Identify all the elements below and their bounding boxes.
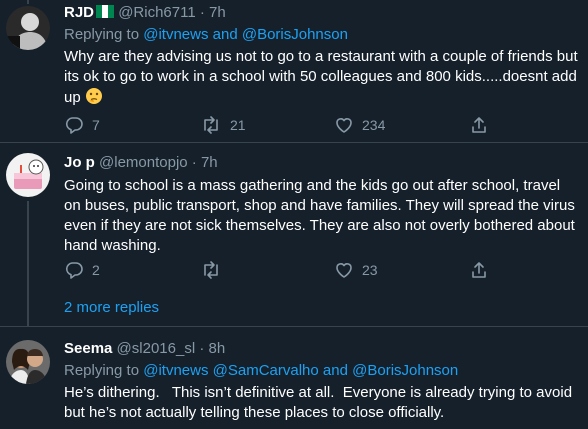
timestamp[interactable]: 8h — [209, 340, 226, 357]
tweet-seema[interactable]: Seema @sl2016_sl · 8h Replying to @itvne… — [0, 327, 588, 429]
mention-link[interactable]: @BorisJohnson — [242, 26, 348, 43]
separator-dot: · — [199, 340, 205, 357]
handle[interactable]: @lemontopjo — [99, 154, 188, 171]
nigeria-flag-icon — [96, 3, 115, 18]
share-icon — [469, 115, 489, 135]
reply-icon — [64, 260, 84, 280]
replying-to: Replying to @itvnews and @BorisJohnson — [64, 25, 578, 45]
thread-line — [27, 0, 29, 4]
share-icon — [469, 260, 489, 280]
tweet-actions: 2 23 — [64, 259, 504, 281]
handle[interactable]: @sl2016_sl — [117, 340, 196, 357]
like-count: 23 — [362, 262, 378, 278]
reply-feed: RJD @Rich6711 · 7h Replying to @itvnews … — [0, 0, 588, 429]
timestamp[interactable]: 7h — [209, 4, 226, 21]
tweet-header: RJD @Rich6711 · 7h — [64, 2, 578, 24]
reply-button[interactable]: 7 — [64, 114, 100, 136]
heart-icon — [334, 260, 354, 280]
reply-icon — [64, 115, 84, 135]
separator-dot: · — [191, 154, 197, 171]
share-button[interactable] — [469, 259, 489, 281]
tweet-text: Why are they advising us not to go to a … — [64, 47, 578, 108]
timestamp[interactable]: 7h — [201, 154, 218, 171]
replying-label: Replying to — [64, 26, 144, 43]
mention-link[interactable]: @itvnews — [143, 362, 208, 379]
avatar[interactable] — [6, 153, 50, 197]
retweet-button[interactable]: 21 — [200, 114, 246, 136]
avatar[interactable] — [6, 340, 50, 384]
tweet-header: Seema @sl2016_sl · 8h — [64, 338, 578, 360]
thinking-face-icon — [85, 87, 103, 105]
replying-to: Replying to @itvnews @SamCarvalho and @B… — [64, 361, 578, 381]
tweet-actions: 7 21 234 — [64, 114, 504, 136]
reply-button[interactable]: 2 — [64, 259, 100, 281]
replying-label: Replying to — [64, 362, 144, 379]
mention-link[interactable]: @itvnews — [143, 26, 208, 43]
avatar[interactable] — [6, 6, 50, 50]
display-name[interactable]: Seema — [64, 340, 112, 357]
replying-and: and — [318, 362, 353, 379]
separator-dot: · — [199, 4, 205, 21]
share-button[interactable] — [469, 114, 489, 136]
heart-icon — [334, 115, 354, 135]
retweet-button[interactable] — [200, 259, 230, 281]
tweet-text-content: Why are they advising us not to go to a … — [64, 48, 578, 106]
thread-line — [27, 201, 29, 326]
tweet-text: He’s dithering. This isn’t definitive at… — [64, 384, 577, 421]
retweet-icon — [200, 260, 222, 280]
reply-count: 2 — [92, 262, 100, 278]
display-name[interactable]: RJD — [64, 4, 94, 21]
handle[interactable]: @Rich6711 — [118, 4, 196, 21]
more-replies-link[interactable]: 2 more replies — [64, 299, 159, 316]
display-name[interactable]: Jo p — [64, 154, 95, 171]
mention-link[interactable]: @SamCarvalho — [213, 362, 319, 379]
replying-and: and — [208, 26, 242, 43]
reply-count: 7 — [92, 117, 100, 133]
retweet-icon — [200, 115, 222, 135]
like-button[interactable]: 234 — [334, 114, 385, 136]
tweet-header: Jo p @lemontopjo · 7h — [64, 152, 578, 174]
mention-link[interactable]: @BorisJohnson — [352, 362, 458, 379]
tweet-jo-p[interactable]: Jo p @lemontopjo · 7h Going to school is… — [0, 143, 588, 326]
tweet-rjd[interactable]: RJD @Rich6711 · 7h Replying to @itvnews … — [0, 0, 588, 142]
tweet-text: Going to school is a mass gathering and … — [64, 177, 575, 254]
like-count: 234 — [362, 117, 386, 133]
like-button[interactable]: 23 — [334, 259, 378, 281]
retweet-count: 21 — [230, 117, 246, 133]
